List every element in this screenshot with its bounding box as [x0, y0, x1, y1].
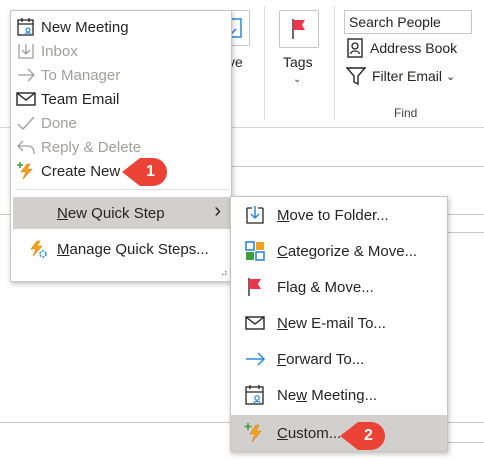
filter-email-button[interactable]: Filter Email ⌄: [346, 66, 455, 86]
lightning-gear-icon: [27, 238, 49, 260]
menu-item-label: Inbox: [41, 42, 78, 60]
divider: [448, 442, 484, 443]
reply-icon: [15, 136, 37, 158]
submenu-item-label: Move to Folder...: [277, 206, 389, 224]
chevron-right-icon: ›: [214, 200, 221, 222]
callout-2: 2: [340, 422, 385, 450]
submenu-item-label: Custom...: [277, 424, 342, 442]
tags-button[interactable]: [279, 10, 319, 48]
menu-item-to-manager[interactable]: To Manager: [11, 63, 231, 87]
submenu-item-label: Flag & Move...: [277, 278, 374, 296]
search-people-input[interactable]: Search People: [344, 10, 472, 34]
submenu-item-flag-move[interactable]: Flag & Move...: [231, 269, 447, 305]
menu-item-label: Create New: [41, 162, 121, 180]
calendar-icon: [15, 16, 37, 38]
callout-pointer: [122, 158, 140, 186]
chevron-down-icon[interactable]: ⌄: [293, 74, 301, 85]
submenu-item-label: New E-mail To...: [277, 314, 386, 332]
menu-item-done[interactable]: Done: [11, 111, 231, 135]
menu-item-team-email[interactable]: Team Email: [11, 87, 231, 111]
submenu-item-move-to-folder[interactable]: Move to Folder...: [231, 197, 447, 233]
submenu-item-new-email-to[interactable]: New E-mail To...: [231, 305, 447, 341]
address-book-button[interactable]: Address Book: [346, 38, 457, 58]
address-book-label: Address Book: [370, 40, 458, 56]
ribbon-separator: [334, 6, 335, 120]
menu-item-manage-quick-steps[interactable]: Manage Quick Steps...: [11, 233, 231, 265]
menu-item-new-meeting[interactable]: New Meeting: [11, 15, 231, 39]
move-to-folder-icon: [15, 40, 37, 62]
menu-item-label: Reply & Delete: [41, 138, 142, 156]
resize-grip[interactable]: ⠴: [221, 268, 228, 279]
submenu-item-custom[interactable]: Custom...: [231, 415, 447, 451]
checkmark-icon: [15, 112, 37, 134]
tags-label[interactable]: Tags: [283, 54, 313, 70]
find-group-label: Find: [394, 106, 418, 120]
arrow-right-icon: [243, 347, 267, 371]
menu-item-new-quick-step[interactable]: New Quick Step ›: [11, 197, 231, 229]
filter-icon: [346, 67, 366, 86]
quick-steps-menu: New Meeting Inbox To Manager Team Email …: [10, 10, 232, 282]
menu-item-label: To Manager: [41, 66, 121, 84]
arrow-right-icon: [15, 64, 37, 86]
callout-pointer: [340, 422, 358, 450]
envelope-icon: [243, 311, 267, 335]
move-to-folder-icon: [243, 203, 267, 227]
submenu-item-new-meeting[interactable]: New Meeting...: [231, 377, 447, 413]
lightning-plus-icon: [243, 421, 267, 445]
lightning-plus-icon: [15, 160, 37, 182]
menu-item-inbox[interactable]: Inbox: [11, 39, 231, 63]
menu-separator: [15, 189, 229, 190]
divider: [448, 232, 484, 233]
filter-email-label: Filter Email: [372, 68, 443, 84]
callout-number: 2: [358, 422, 385, 450]
divider: [232, 166, 484, 167]
envelope-icon: [15, 88, 37, 110]
menu-item-reply-delete[interactable]: Reply & Delete: [11, 135, 231, 159]
flag-icon: [243, 275, 267, 299]
callout-1: 1: [122, 158, 167, 186]
menu-item-label: New Meeting: [41, 18, 129, 36]
new-quick-step-submenu: Move to Folder... Categorize & Move... F…: [230, 196, 448, 452]
categorize-icon: [243, 239, 267, 263]
menu-item-label: Manage Quick Steps...: [57, 240, 209, 258]
calendar-icon: [243, 383, 267, 407]
flag-icon: [292, 19, 305, 39]
submenu-item-categorize-move[interactable]: Categorize & Move...: [231, 233, 447, 269]
menu-item-create-new[interactable]: Create New: [11, 159, 231, 183]
menu-item-label: New Quick Step: [57, 204, 165, 222]
ribbon-separator: [264, 6, 265, 120]
submenu-item-label: Categorize & Move...: [277, 242, 418, 260]
submenu-item-forward-to[interactable]: Forward To...: [231, 341, 447, 377]
callout-number: 1: [140, 158, 167, 186]
menu-item-label: Team Email: [41, 90, 120, 108]
chevron-down-icon: ⌄: [446, 70, 456, 83]
address-book-icon: [347, 38, 363, 58]
submenu-item-label: New Meeting...: [277, 386, 378, 404]
menu-item-label: Done: [41, 114, 77, 132]
submenu-item-label: Forward To...: [277, 350, 365, 368]
